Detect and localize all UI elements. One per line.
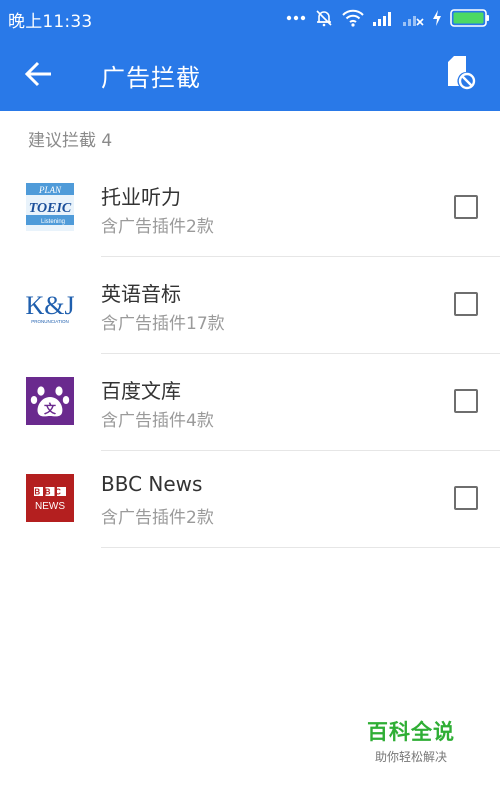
- app-name: 托业听力: [101, 185, 181, 209]
- svg-text:PLAN: PLAN: [38, 185, 62, 195]
- back-arrow-icon: [24, 61, 51, 87]
- app-name: 百度文库: [101, 379, 181, 403]
- bbc-news-app-icon: BBC NEWS: [26, 474, 74, 522]
- app-ad-count: 含广告插件4款: [101, 411, 214, 431]
- app-name: 英语音标: [101, 282, 181, 306]
- back-button[interactable]: [24, 60, 54, 88]
- block-checkbox[interactable]: [454, 292, 478, 316]
- watermark-title: 百科全说: [367, 720, 455, 744]
- block-checkbox[interactable]: [454, 486, 478, 510]
- svg-text:K&J: K&J: [26, 291, 74, 320]
- app-ad-count: 含广告插件17款: [101, 314, 225, 334]
- kj-app-icon: K&J PRONUNCIATION: [26, 280, 74, 328]
- baidu-wenku-app-icon: 文: [26, 377, 74, 425]
- app-list: PLAN TOEIC Listening 托业听力 含广告插件2款 K&J PR…: [0, 160, 500, 548]
- more-dots-icon: [286, 15, 306, 21]
- block-checkbox[interactable]: [454, 389, 478, 413]
- section-header: 建议拦截 4: [28, 131, 113, 151]
- app-ad-count: 含广告插件2款: [101, 217, 214, 237]
- svg-text:NEWS: NEWS: [35, 501, 65, 512]
- signal-no-sim-icon: [402, 10, 424, 26]
- block-file-icon: [448, 56, 476, 90]
- list-item[interactable]: K&J PRONUNCIATION 英语音标 含广告插件17款: [0, 257, 500, 354]
- charging-icon: [432, 10, 442, 26]
- mute-icon: [314, 8, 334, 28]
- app-bar: 广告拦截: [0, 36, 500, 111]
- signal-icon: [372, 10, 394, 26]
- status-time: 晚上11:33: [8, 12, 93, 32]
- list-item[interactable]: BBC NEWS BBC News 含广告插件2款: [0, 451, 500, 548]
- battery-icon: [450, 9, 490, 27]
- wifi-icon: [342, 9, 364, 27]
- svg-text:文: 文: [44, 401, 57, 416]
- list-item[interactable]: 文 百度文库 含广告插件4款: [0, 354, 500, 451]
- app-name: BBC News: [101, 472, 203, 496]
- status-bar: 晚上11:33: [0, 0, 500, 36]
- watermark: 百科全说 助你轻松解决: [366, 716, 456, 765]
- page-title: 广告拦截: [101, 64, 201, 92]
- svg-text:TOEIC: TOEIC: [29, 201, 72, 216]
- block-action-button[interactable]: [446, 56, 476, 90]
- watermark-subtitle: 助你轻松解决: [374, 750, 447, 764]
- svg-text:PRONUNCIATION: PRONUNCIATION: [31, 319, 68, 324]
- list-item[interactable]: PLAN TOEIC Listening 托业听力 含广告插件2款: [0, 160, 500, 257]
- divider: [101, 547, 500, 548]
- svg-text:Listening: Listening: [41, 219, 65, 225]
- svg-text:BBC: BBC: [34, 488, 65, 497]
- block-checkbox[interactable]: [454, 195, 478, 219]
- app-ad-count: 含广告插件2款: [101, 508, 214, 528]
- toeic-app-icon: PLAN TOEIC Listening: [26, 183, 74, 231]
- status-icons: [286, 6, 490, 30]
